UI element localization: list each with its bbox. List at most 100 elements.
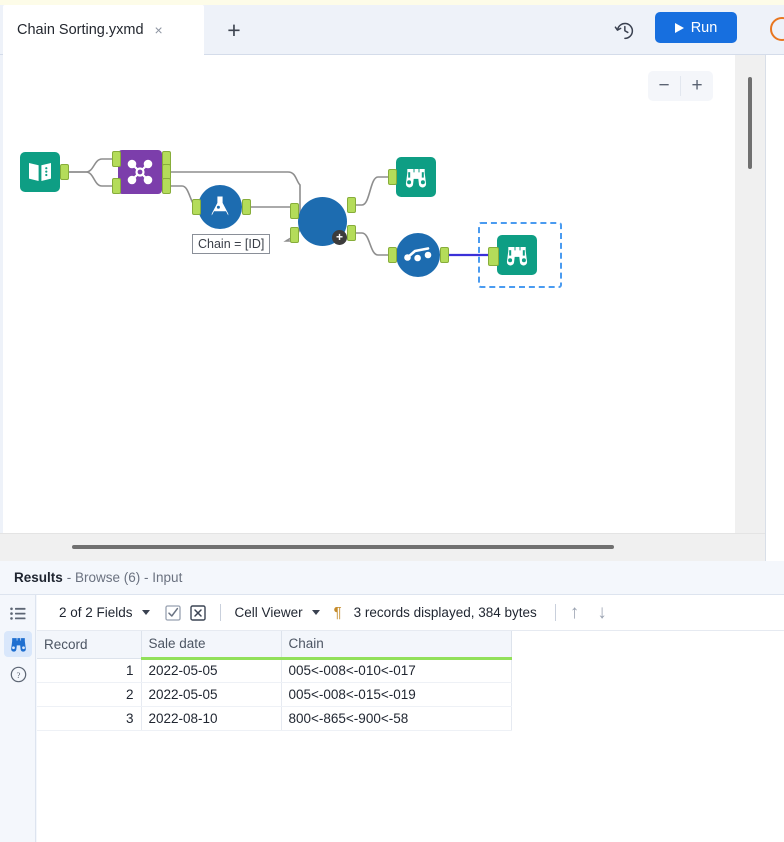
rail-binoculars-icon[interactable]	[4, 631, 32, 657]
scroll-up-button[interactable]: ↑	[570, 603, 580, 622]
workflow-tab-label: Chain Sorting.yxmd	[17, 22, 144, 38]
binoculars-icon	[405, 169, 427, 188]
cell-chain: 800<-865<-900<-58	[281, 706, 512, 731]
run-button-label: Run	[690, 19, 718, 36]
zoom-controls: − +	[648, 71, 713, 101]
scroll-down-button[interactable]: ↓	[597, 603, 607, 622]
formula-annotation: Chain = [ID]	[192, 234, 271, 254]
connection-wires	[66, 158, 488, 257]
column-header-record[interactable]: Record	[37, 631, 142, 659]
top-bar: Chain Sorting.yxmd × + Run	[0, 0, 784, 55]
join-input-left-port[interactable]	[112, 151, 121, 167]
formula-node-body	[198, 185, 242, 229]
zoom-out-button[interactable]: −	[648, 71, 680, 101]
results-toolbar: 2 of 2 Fields Cell Viewer ¶ 3 records di…	[37, 595, 784, 631]
fields-dropdown-chevron-down-icon[interactable]	[141, 610, 150, 615]
binoculars-icon	[10, 638, 26, 652]
results-side-rail: ?	[0, 595, 36, 842]
results-title: Results	[14, 570, 63, 585]
formula-input-port[interactable]	[192, 199, 201, 215]
join-node-body	[118, 150, 162, 194]
column-header-sale-date[interactable]: Sale date	[141, 631, 282, 660]
results-panel-header: Results - Browse (6) - Input	[0, 561, 784, 595]
view-mode-label[interactable]: Cell Viewer	[235, 605, 303, 620]
zoom-in-button[interactable]: +	[681, 71, 713, 101]
view-mode-chevron-down-icon[interactable]	[311, 610, 320, 615]
toolbar-divider-2	[554, 604, 556, 621]
union-node[interactable]: +	[290, 197, 356, 246]
add-connection-icon[interactable]: +	[332, 230, 347, 245]
results-panel: Results - Browse (6) - Input ? 2 of 2 Fi…	[0, 561, 784, 842]
record-status-label: 3 records displayed, 384 bytes	[353, 605, 537, 620]
svg-text:?: ?	[16, 669, 20, 679]
question-mark-icon: ?	[10, 666, 26, 682]
union-input-port-1[interactable]	[290, 203, 299, 219]
toolbar-divider-1	[219, 604, 221, 621]
table-row[interactable]: 1 2022-05-05 005<-008<-010<-017	[37, 658, 512, 683]
column-header-chain[interactable]: Chain	[281, 631, 512, 660]
join-network-icon	[127, 159, 153, 185]
deselect-all-fields-button[interactable]	[189, 604, 206, 621]
binoculars-icon	[506, 247, 528, 266]
flask-icon	[211, 196, 229, 218]
cell-record: 2	[37, 682, 142, 707]
pilcrow-icon[interactable]: ¶	[334, 604, 342, 621]
sort-dots-icon	[404, 247, 432, 262]
join-input-right-port[interactable]	[112, 178, 121, 194]
select-all-fields-button[interactable]	[164, 604, 181, 621]
cell-chain: 005<-008<-010<-017	[281, 658, 512, 683]
sort-node-body	[396, 233, 440, 277]
browse-selected-input-port[interactable]	[488, 247, 499, 266]
join-node[interactable]	[112, 150, 171, 194]
union-output-port-bottom[interactable]	[347, 225, 356, 241]
workflow-canvas[interactable]: Chain = [ID] + − +	[0, 55, 784, 533]
sort-input-port[interactable]	[388, 247, 397, 263]
cell-chain: 005<-008<-015<-019	[281, 682, 512, 707]
browse-node-selected-body	[497, 235, 537, 275]
sort-node[interactable]	[388, 233, 449, 277]
union-output-port-top[interactable]	[347, 197, 356, 213]
browse-node-top-body	[396, 157, 436, 197]
alteryx-designer-window: Chain Sorting.yxmd × + Run Chain = [ID] …	[0, 0, 784, 842]
results-table: Record Sale date Chain 1 2022-05-05 005<…	[37, 631, 512, 731]
history-clock-icon[interactable]	[609, 15, 639, 45]
input-data-node-body	[20, 152, 60, 192]
join-output-right-port[interactable]	[162, 178, 171, 194]
canvas-vertical-scroll-thumb[interactable]	[748, 77, 752, 169]
output-port[interactable]	[60, 164, 69, 180]
results-subtitle: - Browse (6) - Input	[66, 570, 183, 585]
new-tab-button[interactable]: +	[212, 5, 256, 55]
browse-node-selected[interactable]	[488, 235, 537, 275]
cell-record: 3	[37, 706, 142, 731]
checkbox-checked-icon	[164, 604, 181, 621]
open-book-icon	[29, 163, 51, 181]
canvas-right-gutter	[765, 55, 784, 533]
cell-sale-date: 2022-08-10	[141, 706, 282, 731]
cell-sale-date: 2022-05-05	[141, 682, 282, 707]
formula-node[interactable]	[192, 185, 251, 229]
canvas-horizontal-scroll-gutter	[765, 533, 784, 561]
orange-circle-icon[interactable]	[770, 17, 784, 41]
run-button[interactable]: Run	[655, 12, 737, 43]
rail-help-icon[interactable]: ?	[4, 661, 32, 687]
workflow-tab[interactable]: Chain Sorting.yxmd ×	[3, 5, 204, 55]
table-row[interactable]: 3 2022-08-10 800<-865<-900<-58	[37, 706, 512, 731]
canvas-horizontal-scroll-thumb[interactable]	[72, 545, 614, 549]
fields-count-label[interactable]: 2 of 2 Fields	[59, 605, 133, 620]
canvas-left-edge	[0, 55, 3, 533]
rail-list-icon[interactable]	[4, 601, 32, 627]
browse-node-top[interactable]	[388, 157, 436, 197]
cell-sale-date: 2022-05-05	[141, 658, 282, 683]
table-header-row: Record Sale date Chain	[37, 631, 512, 660]
results-data-grid[interactable]: Record Sale date Chain 1 2022-05-05 005<…	[37, 631, 784, 842]
formula-output-port[interactable]	[242, 199, 251, 215]
table-row[interactable]: 2 2022-05-05 005<-008<-015<-019	[37, 682, 512, 707]
input-data-node[interactable]	[20, 152, 69, 192]
union-input-port-2[interactable]	[290, 227, 299, 243]
cell-record: 1	[37, 658, 142, 683]
close-icon[interactable]: ×	[152, 21, 166, 39]
sort-output-port[interactable]	[440, 247, 449, 263]
play-icon	[674, 22, 684, 33]
browse-top-input-port[interactable]	[388, 169, 397, 185]
list-icon	[10, 607, 26, 620]
